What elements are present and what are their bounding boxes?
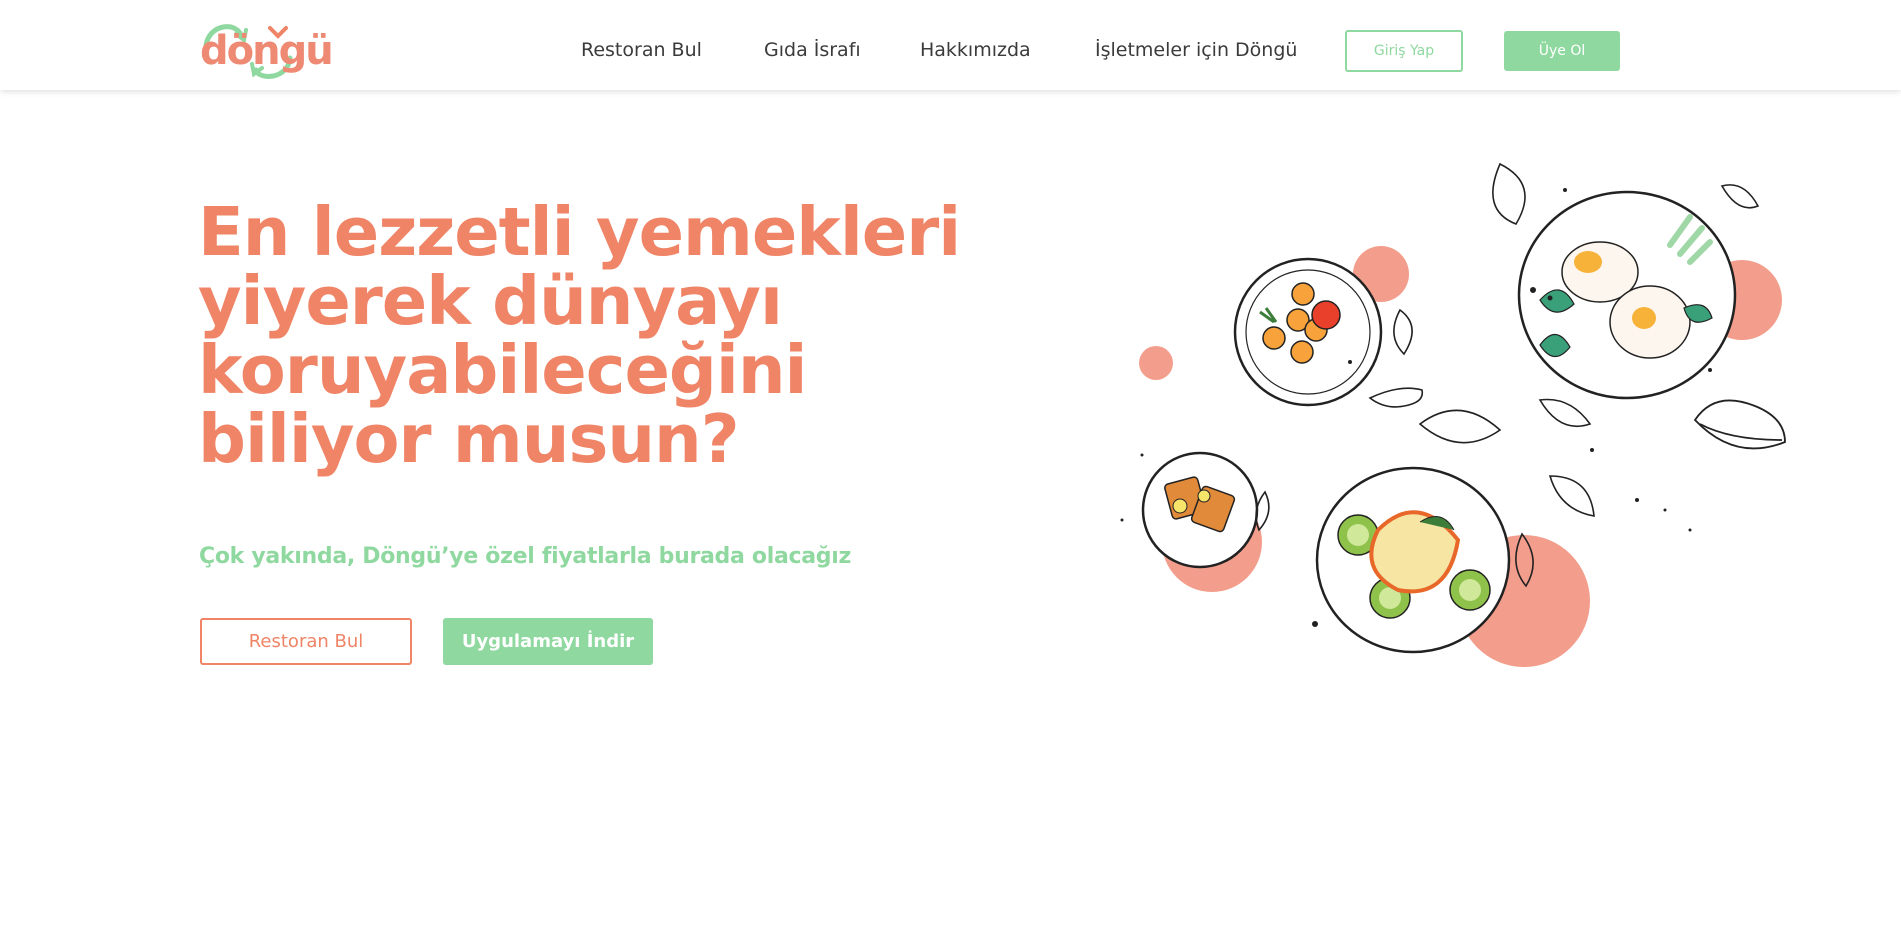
find-restaurant-button[interactable]: Restoran Bul: [200, 618, 412, 665]
decor-circle: [1139, 346, 1173, 380]
food-plates-illustration: [1120, 162, 1786, 667]
hero-title: En lezzetli yemekleri yiyerek dünyayı ko…: [198, 193, 961, 478]
sketch-sausage: [1368, 387, 1424, 408]
nav-find-restaurant[interactable]: Restoran Bul: [581, 38, 702, 62]
nav-about[interactable]: Hakkımızda: [920, 38, 1031, 62]
plate-eggs: [1517, 190, 1737, 400]
plate-fruit: [1315, 466, 1511, 654]
nav-for-businesses[interactable]: İşletmeler için Döngü: [1095, 38, 1297, 62]
sketch-lemon: [1720, 184, 1760, 209]
download-app-button[interactable]: Uygulamayı İndir: [443, 618, 653, 665]
login-button[interactable]: Giriş Yap: [1345, 30, 1463, 72]
top-navbar: döngü Restoran Bul Gıda İsrafı Hakkımızd…: [0, 0, 1901, 90]
plate-waffles: [1141, 451, 1259, 569]
signup-button[interactable]: Üye Ol: [1504, 31, 1620, 71]
hero-subtitle: Çok yakında, Döngü’ye özel fiyatlarla bu…: [199, 544, 851, 569]
plate-oranges: [1233, 257, 1383, 407]
sketch-taco: [1693, 399, 1786, 450]
nav-food-waste[interactable]: Gıda İsrafı: [764, 38, 861, 62]
